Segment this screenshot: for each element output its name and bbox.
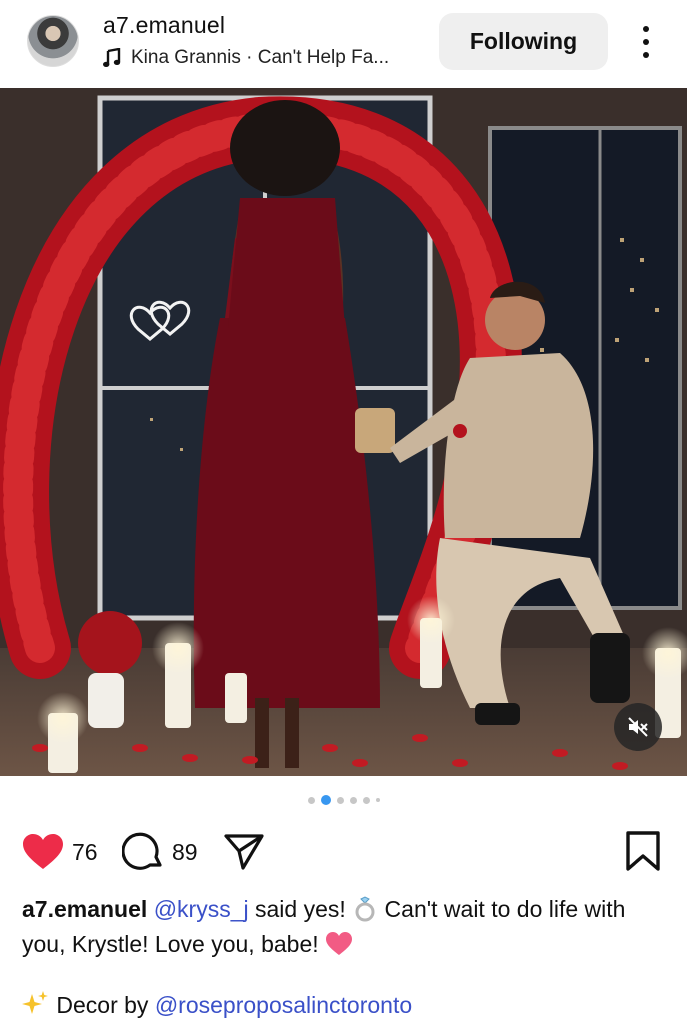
more-vertical-icon[interactable]: [636, 22, 656, 62]
decor-mention[interactable]: @roseproposalinctoronto: [155, 992, 412, 1018]
following-button[interactable]: Following: [439, 13, 608, 70]
speaker-muted-icon: [628, 717, 648, 737]
carousel-indicator: [0, 795, 687, 805]
music-row[interactable]: Kina Grannis · Can't Help Fa...: [103, 47, 389, 69]
comment-icon[interactable]: [122, 831, 164, 873]
avatar[interactable]: [27, 15, 79, 67]
caption-username[interactable]: a7.emanuel: [22, 896, 147, 922]
carousel-dot: [307, 796, 315, 804]
mute-button[interactable]: [614, 703, 662, 751]
carousel-dot: [362, 796, 370, 804]
post-caption: a7.emanuel @kryss_j said yes! Can't wait…: [22, 892, 662, 962]
decor-prefix: Decor by: [56, 992, 149, 1018]
caption-text: said yes!: [255, 896, 346, 922]
sparkles-icon: [22, 991, 48, 1014]
carousel-dot-active: [320, 795, 331, 805]
carousel-dot: [349, 796, 357, 804]
carousel-dot: [336, 796, 344, 804]
proposal-scene-image: [0, 88, 687, 776]
bookmark-icon[interactable]: [625, 830, 661, 872]
music-track: Kina Grannis · Can't Help Fa...: [131, 47, 390, 68]
like-count[interactable]: 76: [72, 839, 98, 866]
pink-heart-icon: [326, 932, 353, 955]
comment-count[interactable]: 89: [172, 839, 198, 866]
post-username[interactable]: a7.emanuel: [103, 12, 225, 39]
send-icon[interactable]: [223, 832, 265, 872]
music-note-icon: [103, 48, 121, 67]
heart-filled-icon[interactable]: [22, 833, 64, 871]
decor-credit: Decor by @roseproposalinctoronto: [22, 990, 412, 1019]
post-header: a7.emanuel Kina Grannis · Can't Help Fa.…: [0, 0, 687, 88]
action-bar: 76 89: [0, 828, 687, 878]
caption-mention[interactable]: @kryss_j: [154, 896, 249, 922]
post-photo[interactable]: [0, 88, 687, 776]
ring-icon: [355, 896, 375, 922]
carousel-dot: [375, 798, 380, 802]
